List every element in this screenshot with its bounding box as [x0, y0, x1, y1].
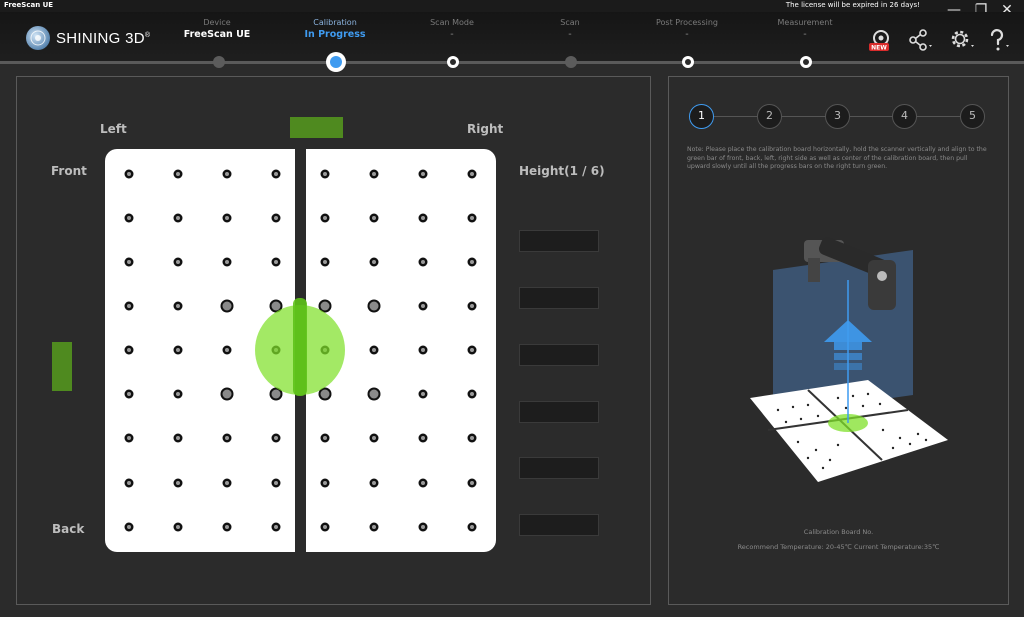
workflow-step-calibration[interactable]: Calibration In Progress	[280, 18, 390, 40]
calibration-step-4[interactable]: 4	[892, 104, 917, 129]
stepper-connector	[714, 116, 758, 117]
height-progress-bar-1	[519, 230, 599, 252]
step-value: -	[568, 29, 572, 40]
workflow-step-scan-mode[interactable]: Scan Mode -	[397, 18, 507, 40]
label-left: Left	[100, 122, 127, 136]
label-back: Back	[52, 522, 85, 536]
progress-dot-scan-mode	[447, 56, 459, 68]
app-title: FreeScan UE	[4, 1, 54, 9]
calibration-step-5[interactable]: 5	[960, 104, 985, 129]
progress-dot-post-processing	[682, 56, 694, 68]
help-icon[interactable]	[985, 26, 1015, 54]
label-right: Right	[467, 122, 504, 136]
workflow-step-measurement[interactable]: Measurement -	[750, 18, 860, 40]
step-value: In Progress	[304, 29, 366, 40]
logo-text: SHINING 3D®	[56, 29, 151, 47]
step-caption: Measurement	[777, 18, 833, 27]
height-progress-bar-3	[519, 344, 599, 366]
temperature-info: Recommend Temperature: 20-45℃ Current Te…	[737, 543, 940, 551]
step-value: -	[803, 29, 807, 40]
calibration-step-3[interactable]: 3	[825, 104, 850, 129]
stepper-connector	[917, 116, 961, 117]
calibration-board-right	[306, 149, 496, 552]
header: SHINING 3D® Device FreeScan UE Calibrati…	[0, 12, 1024, 62]
top-alignment-bar	[290, 117, 343, 138]
step-caption: Calibration	[313, 18, 357, 27]
stepper-connector	[782, 116, 826, 117]
license-notice: The license will be expired in 26 days!	[785, 1, 920, 9]
progress-dot-calibration	[326, 52, 346, 72]
step-value: -	[685, 29, 689, 40]
step-caption: Scan	[560, 18, 580, 27]
logo: SHINING 3D®	[26, 26, 150, 50]
side-alignment-bar	[52, 342, 72, 391]
progress-dot-device	[213, 56, 225, 68]
new-badge: NEW	[871, 45, 887, 52]
height-progress-bar-5	[519, 457, 599, 479]
calibration-step-1[interactable]: 1	[689, 104, 714, 129]
progress-dot-scan	[565, 56, 577, 68]
step-caption: Post Processing	[656, 18, 718, 27]
gear-icon[interactable]	[947, 26, 977, 54]
calibration-note: Note: Please place the calibration board…	[687, 146, 987, 170]
scanner-calibration-illustration	[750, 237, 948, 482]
label-front: Front	[51, 164, 87, 178]
label-height: Height(1 / 6)	[519, 164, 605, 178]
update-new-icon[interactable]: NEW	[866, 26, 896, 54]
stepper-connector	[850, 116, 893, 117]
workflow-step-post-processing[interactable]: Post Processing -	[632, 18, 742, 40]
share-icon[interactable]	[905, 26, 935, 54]
calibration-board-left	[105, 149, 295, 552]
height-progress-bar-6	[519, 514, 599, 536]
calibration-step-2[interactable]: 2	[757, 104, 782, 129]
step-caption: Device	[203, 18, 231, 27]
height-progress-bar-4	[519, 401, 599, 423]
step-caption: Scan Mode	[430, 18, 474, 27]
height-progress-bar-2	[519, 287, 599, 309]
workflow-step-device[interactable]: Device FreeScan UE	[162, 18, 272, 40]
workflow-progress-track	[0, 61, 1024, 64]
logo-mark-icon	[26, 26, 50, 50]
progress-dot-measurement	[800, 56, 812, 68]
title-bar: FreeScan UE The license will be expired …	[0, 0, 1024, 12]
calibration-board-number: Calibration Board No.	[803, 528, 874, 536]
step-value: -	[450, 29, 454, 40]
workflow-step-scan[interactable]: Scan -	[515, 18, 625, 40]
step-value: FreeScan UE	[183, 29, 251, 40]
